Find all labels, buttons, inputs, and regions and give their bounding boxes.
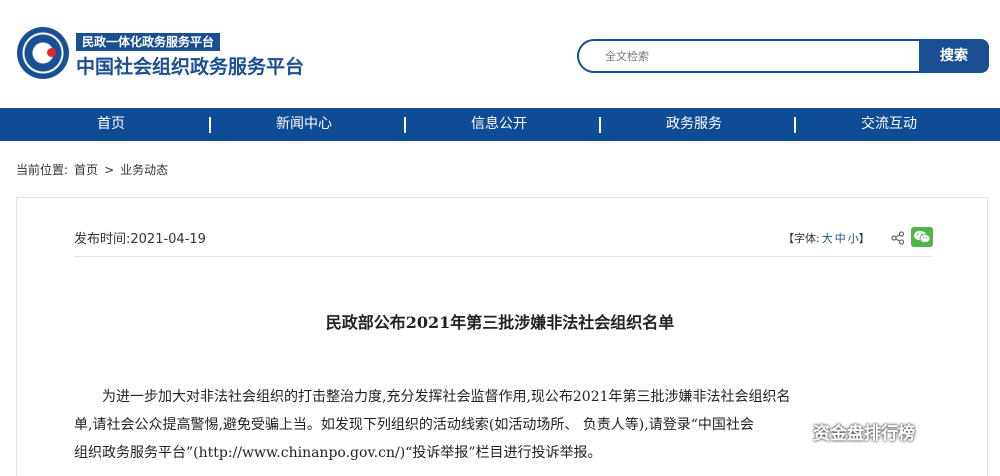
site-tagline: 民政一体化政务服务平台 (76, 33, 221, 51)
article-paragraph-line: 为进一步加大对非法社会组织的打击整治力度,充分发挥社会监督作用,现公布2021年… (102, 389, 791, 405)
wechat-official-account-icon (784, 422, 802, 439)
wechat-share-icon[interactable] (911, 227, 933, 247)
logo-red-dot (47, 48, 56, 57)
header-divider (74, 256, 932, 257)
publish-date: 发布时间:2021-04-19 (74, 232, 206, 247)
nav-item-news[interactable]: 新闻中心 (276, 108, 332, 141)
main-nav: 首页 新闻中心 信息公开 政务服务 交流互动 (0, 108, 1000, 141)
font-size-close: 】 (858, 232, 870, 245)
nav-item-services[interactable]: 政务服务 (666, 108, 722, 141)
font-size-medium[interactable]: 中 (835, 232, 846, 245)
share-icon[interactable] (891, 231, 905, 245)
nav-item-interaction[interactable]: 交流互动 (861, 108, 917, 141)
search-input[interactable] (579, 41, 919, 71)
watermark-text: 资金盘排行榜 (813, 423, 915, 444)
breadcrumb-home[interactable]: 首页 (74, 163, 98, 177)
nav-item-home[interactable]: 首页 (97, 108, 125, 141)
nav-item-info[interactable]: 信息公开 (471, 108, 527, 141)
nav-separator (209, 117, 211, 133)
article-title: 民政部公布2021年第三批涉嫌非法社会组织名单 (325, 313, 675, 332)
wechat-glyph-icon (914, 230, 931, 243)
site-header: 民政一体化政务服务平台 中国社会组织政务服务平台 搜索 (0, 0, 1000, 108)
site-logo[interactable] (17, 27, 69, 79)
breadcrumb: 当前位置: 首页 > 业务动态 (16, 160, 174, 180)
site-name[interactable]: 中国社会组织政务服务平台 (76, 55, 304, 79)
font-size-large[interactable]: 大 (822, 232, 833, 245)
breadcrumb-label: 当前位置: (16, 163, 69, 177)
nav-separator (794, 117, 796, 133)
watermark: 资金盘排行榜 (783, 418, 915, 444)
breadcrumb-separator: > (104, 163, 115, 177)
nav-separator (599, 117, 601, 133)
breadcrumb-current[interactable]: 业务动态 (120, 163, 168, 177)
search-button[interactable]: 搜索 (919, 39, 989, 73)
font-size-small[interactable]: 小 (848, 232, 859, 245)
nav-separator (404, 117, 406, 133)
font-size-control: 【字体: 大中小】 (783, 230, 870, 246)
search-box (577, 39, 919, 73)
font-size-open: 【字体: (783, 232, 820, 245)
